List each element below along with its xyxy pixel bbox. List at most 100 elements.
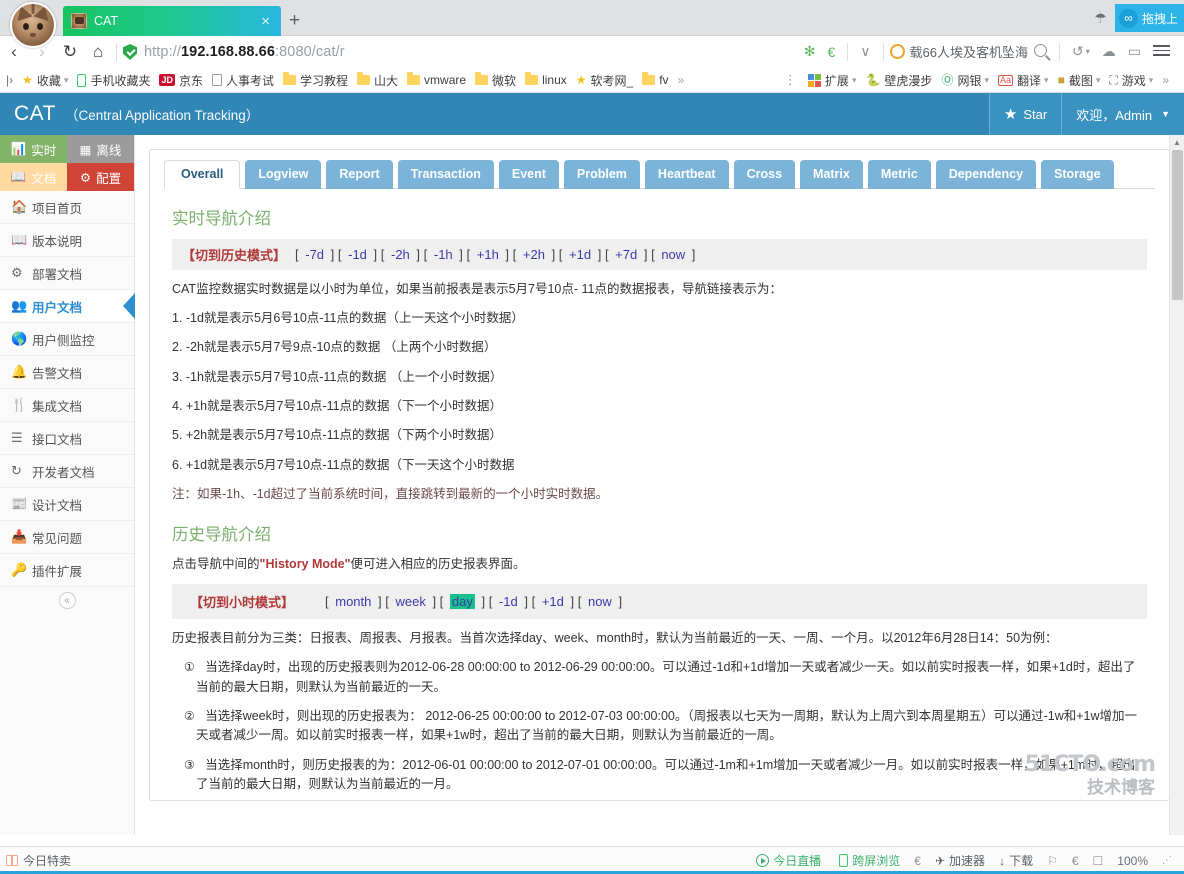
toolbar-item-gecko[interactable]: 🐍 壁虎漫步 — [865, 72, 932, 89]
sidebar-item-client-monitor[interactable]: 🌎 用户侧监控 — [0, 323, 134, 356]
sidebar-mode-realtime[interactable]: 📊 实时 — [0, 135, 67, 163]
sidebar-item-plugins[interactable]: 🔑 插件扩展 — [0, 554, 134, 587]
status-flag[interactable]: ⚐ — [1047, 854, 1058, 868]
toolbar-item-translate[interactable]: Aa 翻译 ▾ — [998, 72, 1049, 89]
drag-upload-button[interactable]: ∞ 拖拽上 — [1114, 4, 1184, 32]
nav-link-+2h[interactable]: +2h — [523, 247, 545, 262]
tab-report[interactable]: Report — [326, 160, 393, 189]
chevron-down-icon[interactable]: ∨ — [860, 43, 870, 60]
sidebar-collapse-button[interactable]: « — [0, 587, 134, 613]
sidebar-item-integration-docs[interactable]: 🍴 集成文档 — [0, 389, 134, 422]
star-button[interactable]: ★ Star — [988, 93, 1062, 135]
cloud-icon[interactable]: ☁ — [1102, 43, 1116, 60]
nav-link-+1h[interactable]: +1h — [477, 247, 499, 262]
switch-hour-mode-link[interactable]: 【切到小时模式】 — [190, 592, 294, 611]
status-download[interactable]: ↓ 下载 — [999, 852, 1033, 869]
nav-link--1d[interactable]: -1d — [499, 594, 518, 609]
bookmark-item[interactable]: ★ 软考网_ — [576, 72, 633, 89]
undo-caret-icon[interactable]: ▾ — [1086, 47, 1090, 56]
bookmark-item[interactable]: 学习教程 — [283, 72, 348, 89]
bookmarks-overflow[interactable]: » — [678, 73, 685, 87]
page-scrollbar[interactable]: ▲ — [1169, 135, 1184, 835]
nav-link-day[interactable]: day — [449, 593, 475, 609]
sidebar-item-release-notes[interactable]: 📖 版本说明 — [0, 224, 134, 257]
search-hotword[interactable]: 载66人埃及客机坠海 — [889, 42, 1028, 61]
nav-link-now[interactable]: now — [661, 247, 685, 262]
nav-link--1h[interactable]: -1h — [434, 247, 453, 262]
more-options-icon[interactable]: ⋮ — [784, 72, 798, 88]
search-icon[interactable] — [1034, 43, 1048, 60]
new-tab-button[interactable]: + — [289, 11, 300, 30]
nav-link--7d[interactable]: -7d — [305, 247, 324, 262]
sidebar-mode-config[interactable]: ⚙ 配置 — [67, 163, 134, 191]
nav-link-week[interactable]: week — [395, 594, 425, 609]
bookmark-item[interactable]: 山大 — [357, 72, 398, 89]
tab-matrix[interactable]: Matrix — [800, 160, 863, 189]
tab-dependency[interactable]: Dependency — [935, 160, 1037, 189]
sidebar-item-developer-docs[interactable]: ↻ 开发者文档 — [0, 455, 134, 488]
nav-link-+7d[interactable]: +7d — [615, 247, 637, 262]
euro-icon[interactable]: € — [828, 44, 836, 60]
nav-link-+1d[interactable]: +1d — [542, 594, 564, 609]
bookmark-item[interactable]: linux — [525, 72, 567, 87]
nav-link-+1d[interactable]: +1d — [569, 247, 591, 262]
bookmark-item[interactable]: fv — [642, 72, 669, 87]
toolbar-item-bank[interactable]: Ⓞ 网银 ▾ — [941, 72, 989, 89]
status-live-today[interactable]: 今日直播 — [756, 852, 825, 869]
sidebar-mode-offline[interactable]: ▦ 离线 — [67, 135, 134, 163]
menu-icon[interactable] — [1153, 42, 1170, 62]
switch-history-mode-link[interactable]: 【切到历史模式】 — [182, 245, 286, 264]
nav-link-now[interactable]: now — [588, 594, 612, 609]
undo-icon[interactable]: ↺ — [1072, 43, 1084, 60]
bookmark-item[interactable]: JD 京东 — [159, 72, 203, 89]
sidebar-item-alert-docs[interactable]: 🔔 告警文档 — [0, 356, 134, 389]
status-cross-screen[interactable]: 跨屏浏览 — [839, 852, 900, 869]
bookmark-item[interactable]: 微软 — [475, 72, 516, 89]
nav-link-month[interactable]: month — [335, 594, 371, 609]
bookmark-item[interactable]: 人事考试 — [211, 72, 274, 89]
nav-link--1d[interactable]: -1d — [348, 247, 367, 262]
nav-link--2h[interactable]: -2h — [391, 247, 410, 262]
mobile-icon[interactable]: ▭ — [1128, 43, 1141, 60]
zoom-level[interactable]: 100% — [1117, 854, 1148, 868]
status-euro[interactable]: € — [914, 854, 921, 868]
sidebar-item-api-docs[interactable]: ☰ 接口文档 — [0, 422, 134, 455]
sidebar-item-design-docs[interactable]: 📰 设计文档 — [0, 488, 134, 521]
reload-icon[interactable]: ↻ — [56, 42, 84, 62]
toolbar-item-screenshot[interactable]: ■ 截图 ▾ — [1058, 72, 1101, 89]
browser-tab-cat[interactable]: CAT × — [63, 6, 281, 36]
tab-metric[interactable]: Metric — [867, 160, 931, 189]
sidebar-item-user-docs[interactable]: 👥 用户文档 — [0, 290, 135, 323]
scrollbar-thumb[interactable] — [1172, 150, 1183, 300]
scroll-up-icon[interactable]: ▲ — [1170, 135, 1184, 150]
tab-heartbeat[interactable]: Heartbeat — [644, 160, 729, 189]
tab-logview[interactable]: Logview — [245, 160, 322, 189]
refresh-wheel-icon[interactable]: ✻ — [804, 43, 816, 60]
bookmark-item[interactable]: 手机收藏夹 — [77, 72, 150, 89]
resize-grip[interactable]: ⋰ — [1162, 855, 1172, 866]
status-window[interactable]: ☐ — [1093, 854, 1104, 868]
status-accelerator[interactable]: ✈ 加速器 — [935, 852, 985, 869]
tab-storage[interactable]: Storage — [1041, 160, 1114, 189]
bookmarks-overflow-left[interactable]: |› — [6, 73, 13, 87]
sidebar-mode-docs[interactable]: 📖 文档 — [0, 163, 67, 191]
toolbar-item-game[interactable]: ⛶ 游戏 ▾ — [1109, 72, 1153, 89]
home-icon[interactable]: ⌂ — [84, 42, 112, 62]
user-menu-button[interactable]: 欢迎，Admin ▼ — [1061, 93, 1184, 135]
tab-problem[interactable]: Problem — [563, 160, 640, 189]
avatar[interactable] — [10, 2, 56, 48]
tab-cross[interactable]: Cross — [733, 160, 796, 189]
bookmark-item[interactable]: vmware — [407, 72, 466, 87]
sidebar-item-deploy-docs[interactable]: ⚙ 部署文档 — [0, 257, 134, 290]
status-euro-2[interactable]: € — [1072, 854, 1079, 868]
tab-event[interactable]: Event — [498, 160, 559, 189]
sidebar-item-faq[interactable]: 📥 常见问题 — [0, 521, 134, 554]
bookmark-item[interactable]: ★ 收藏 ▾ — [22, 72, 68, 89]
toolbar-item-extensions[interactable]: 扩展 ▾ — [807, 72, 856, 89]
close-icon[interactable]: × — [256, 14, 275, 29]
toolbar-overflow[interactable]: » — [1162, 73, 1169, 87]
sidebar-item-project-home[interactable]: 🏠 项目首页 — [0, 191, 134, 224]
tab-overall[interactable]: Overall — [164, 160, 241, 189]
skin-icon[interactable]: ☂ — [1094, 10, 1107, 27]
tab-transaction[interactable]: Transaction — [397, 160, 494, 189]
